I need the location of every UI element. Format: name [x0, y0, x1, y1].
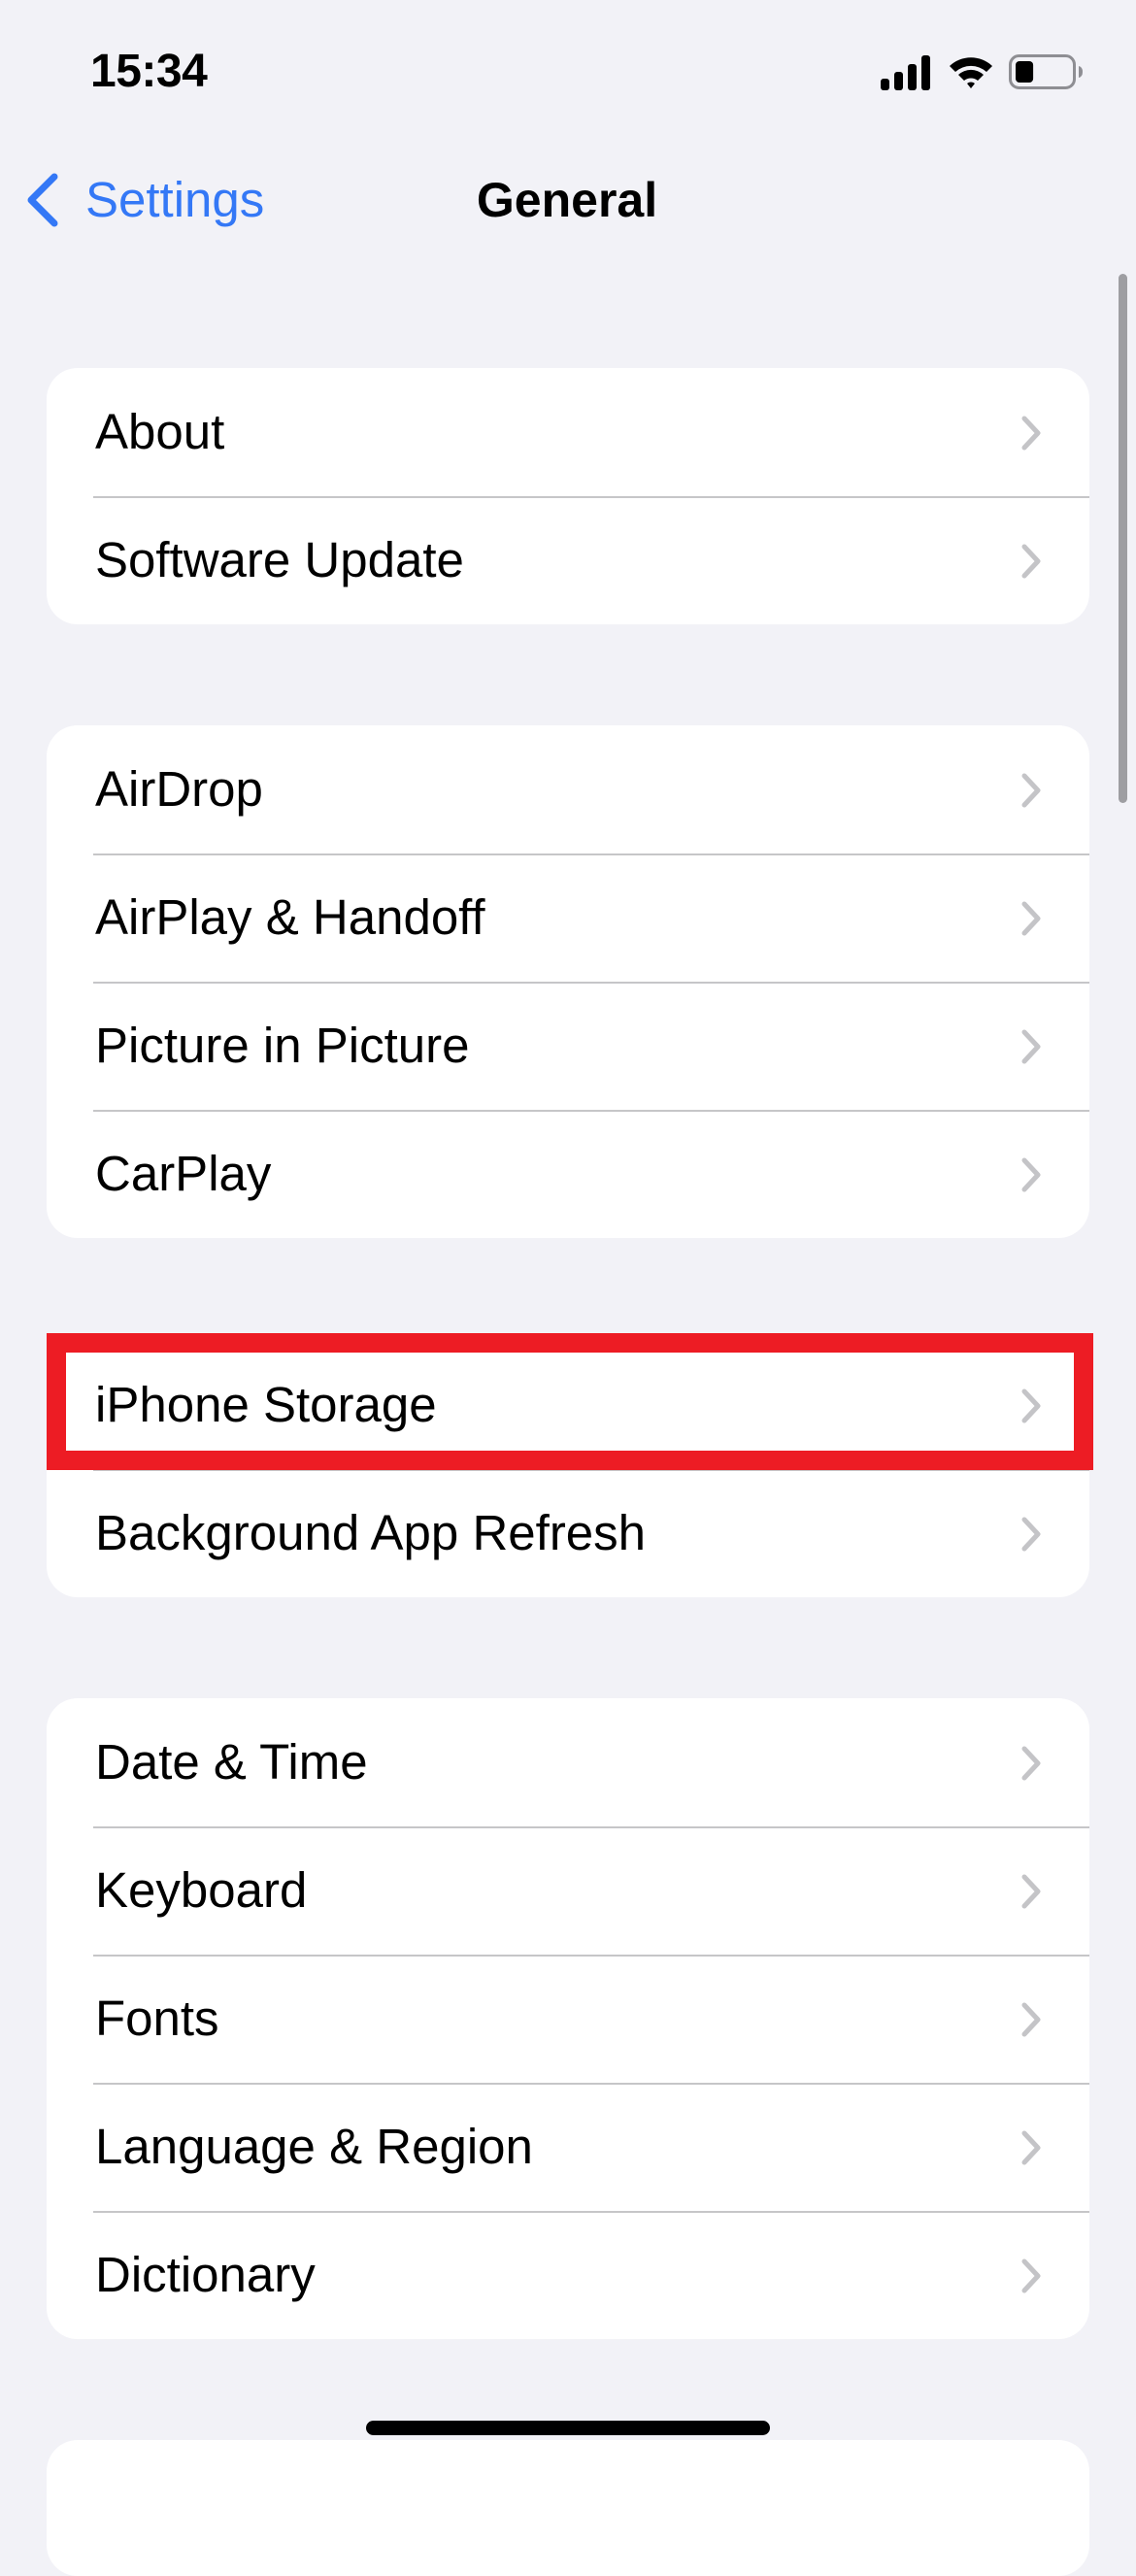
chevron-right-icon — [1021, 901, 1041, 936]
row-label: Picture in Picture — [95, 1018, 470, 1073]
row-label: Fonts — [95, 1991, 219, 2046]
chevron-right-icon — [1021, 1746, 1041, 1781]
settings-group-5 — [47, 2440, 1089, 2576]
chevron-right-icon — [1021, 1388, 1041, 1423]
row-software-update[interactable]: Software Update — [47, 496, 1089, 624]
chevron-right-icon — [1021, 773, 1041, 808]
chevron-right-icon — [1021, 1517, 1041, 1552]
row-label: Software Update — [95, 532, 464, 587]
row-label: Language & Region — [95, 2119, 533, 2174]
chevron-right-icon — [1021, 1874, 1041, 1909]
row-label: CarPlay — [95, 1146, 272, 1201]
home-indicator[interactable] — [366, 2421, 770, 2435]
row-label: Background App Refresh — [95, 1505, 647, 1560]
row-label: iPhone Storage — [95, 1377, 437, 1432]
wifi-icon — [950, 57, 992, 88]
row-date-time[interactable]: Date & Time — [47, 1698, 1089, 1826]
settings-group-4: Date & Time Keyboard Fonts Language & Re… — [47, 1698, 1089, 2339]
chevron-right-icon — [1021, 1157, 1041, 1192]
row-label: AirDrop — [95, 761, 263, 817]
battery-level — [1016, 61, 1034, 83]
row-label: Date & Time — [95, 1734, 368, 1790]
row-picture-in-picture[interactable]: Picture in Picture — [47, 982, 1089, 1110]
chevron-right-icon — [1021, 2258, 1041, 2293]
page-title-text: General — [476, 173, 658, 227]
back-button-label: Settings — [85, 172, 265, 227]
settings-group-2: AirDrop AirPlay & Handoff Picture in Pic… — [47, 725, 1089, 1238]
row-fonts[interactable]: Fonts — [47, 1955, 1089, 2083]
row-dictionary[interactable]: Dictionary — [47, 2211, 1089, 2339]
settings-group-3: iPhone Storage Background App Refresh — [47, 1341, 1089, 1597]
row-keyboard[interactable]: Keyboard — [47, 1826, 1089, 1955]
row-background-app-refresh[interactable]: Background App Refresh — [47, 1469, 1089, 1597]
chevron-left-icon — [27, 173, 58, 227]
row-airdrop[interactable]: AirDrop — [47, 725, 1089, 853]
row-iphone-storage[interactable]: iPhone Storage — [47, 1341, 1089, 1469]
chevron-right-icon — [1021, 2130, 1041, 2165]
settings-group-1: About Software Update — [47, 368, 1089, 624]
status-time: 15:34 — [90, 46, 208, 97]
row-label: Dictionary — [95, 2247, 316, 2302]
row-airplay-handoff[interactable]: AirPlay & Handoff — [47, 853, 1089, 982]
battery-icon — [1009, 54, 1083, 89]
chevron-right-icon — [1021, 416, 1041, 451]
chevron-right-icon — [1021, 2002, 1041, 2037]
chevron-right-icon — [1021, 1029, 1041, 1064]
back-button[interactable]: Settings — [23, 165, 264, 235]
scrollbar[interactable] — [1119, 274, 1127, 803]
row-label: About — [95, 404, 225, 459]
row-about[interactable]: About — [47, 368, 1089, 496]
row-language-region[interactable]: Language & Region — [47, 2083, 1089, 2211]
row-label: AirPlay & Handoff — [95, 889, 485, 945]
cellular-signal-icon — [881, 55, 930, 90]
chevron-right-icon — [1021, 544, 1041, 579]
row-label: Keyboard — [95, 1862, 308, 1918]
row-carplay[interactable]: CarPlay — [47, 1110, 1089, 1238]
